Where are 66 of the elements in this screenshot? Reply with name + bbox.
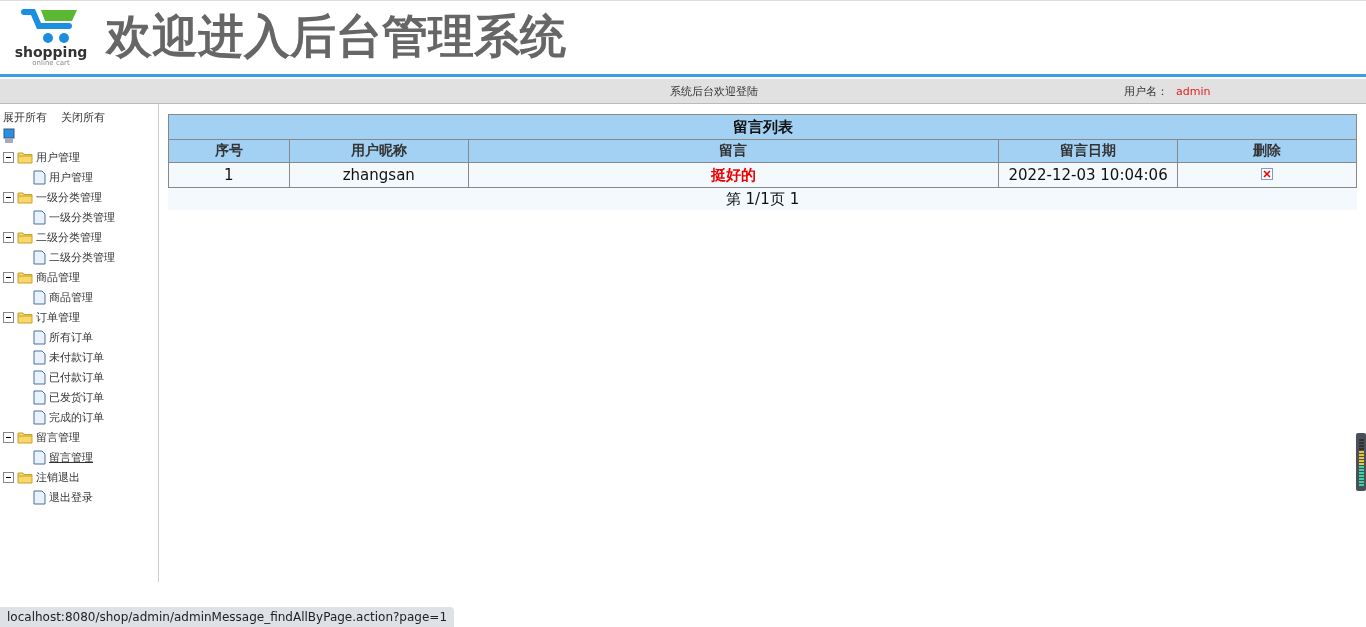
- tree-item[interactable]: 商品管理: [49, 289, 93, 305]
- document-icon: [33, 209, 46, 225]
- tree-folder[interactable]: 二级分类管理: [36, 229, 102, 245]
- table-cell: 1: [168, 162, 290, 188]
- tree-folder[interactable]: 订单管理: [36, 309, 80, 325]
- tree-folder[interactable]: 用户管理: [36, 149, 80, 165]
- document-icon: [33, 389, 46, 405]
- column-header: 序号: [168, 139, 290, 163]
- document-icon: [33, 449, 46, 465]
- document-icon: [33, 249, 46, 265]
- document-icon: [33, 489, 46, 505]
- column-header: 删除: [1177, 139, 1357, 163]
- tree-item[interactable]: 未付款订单: [49, 349, 104, 365]
- level-meter-drawing: [1356, 433, 1366, 491]
- table-cell: 2022-12-03 10:04:06: [998, 162, 1178, 188]
- document-icon: [33, 409, 46, 425]
- collapse-toggle[interactable]: [3, 311, 14, 323]
- document-icon: [33, 369, 46, 385]
- tree-item[interactable]: 已发货订单: [49, 389, 104, 405]
- tree-item[interactable]: 完成的订单: [49, 409, 104, 425]
- document-icon: [33, 289, 46, 305]
- user-name: admin: [1176, 84, 1211, 98]
- folder-icon: [17, 430, 33, 444]
- collapse-toggle[interactable]: [3, 431, 14, 443]
- column-header: 留言日期: [998, 139, 1178, 163]
- status-bar: localhost:8080/shop/admin/adminMessage_findAllByPage.action?page=1: [0, 607, 454, 627]
- delete-icon[interactable]: [1261, 168, 1274, 180]
- collapse-toggle[interactable]: [3, 471, 14, 483]
- tree-item[interactable]: 已付款订单: [49, 369, 104, 385]
- tree-item[interactable]: 留言管理: [49, 449, 93, 465]
- tree-item[interactable]: 退出登录: [49, 489, 93, 505]
- tree-folder[interactable]: 商品管理: [36, 269, 80, 285]
- column-header: 用户昵称: [289, 139, 469, 163]
- folder-icon: [17, 190, 33, 204]
- expand-all-link[interactable]: 展开所有: [3, 110, 47, 125]
- table-cell: zhangsan: [289, 162, 469, 188]
- tree-item[interactable]: 二级分类管理: [49, 249, 115, 265]
- column-header: 留言: [468, 139, 999, 163]
- document-icon: [33, 349, 46, 365]
- folder-icon: [17, 230, 33, 244]
- tree-folder[interactable]: 留言管理: [36, 429, 80, 445]
- collapse-toggle[interactable]: [3, 231, 14, 243]
- page-link[interactable]: 1: [789, 190, 800, 208]
- tree-folder[interactable]: 注销退出: [36, 469, 80, 485]
- folder-icon: [17, 310, 33, 324]
- collapse-all-link[interactable]: 关闭所有: [61, 110, 105, 125]
- document-icon: [33, 169, 46, 185]
- user-label: 用户名：: [1124, 83, 1168, 99]
- tree-item[interactable]: 所有订单: [49, 329, 93, 345]
- collapse-toggle[interactable]: [3, 191, 14, 203]
- document-icon: [33, 329, 46, 345]
- welcome-text: 系统后台欢迎登陆: [670, 83, 758, 99]
- folder-icon: [17, 470, 33, 484]
- tree-item[interactable]: 一级分类管理: [49, 209, 115, 225]
- tree-item[interactable]: 用户管理: [49, 169, 93, 185]
- page-title: 欢迎进入后台管理系统: [106, 8, 566, 65]
- table-cell: 挺好的: [468, 162, 999, 188]
- table-title: 留言列表: [168, 114, 1357, 140]
- folder-icon: [17, 150, 33, 164]
- tree-folder[interactable]: 一级分类管理: [36, 189, 102, 205]
- collapse-toggle[interactable]: [3, 151, 14, 163]
- pager-text: 第 1/1页: [725, 189, 785, 209]
- logo-text: shopping: [14, 44, 88, 59]
- collapse-toggle[interactable]: [3, 271, 14, 283]
- computer-icon: [3, 128, 15, 144]
- folder-icon: [17, 270, 33, 284]
